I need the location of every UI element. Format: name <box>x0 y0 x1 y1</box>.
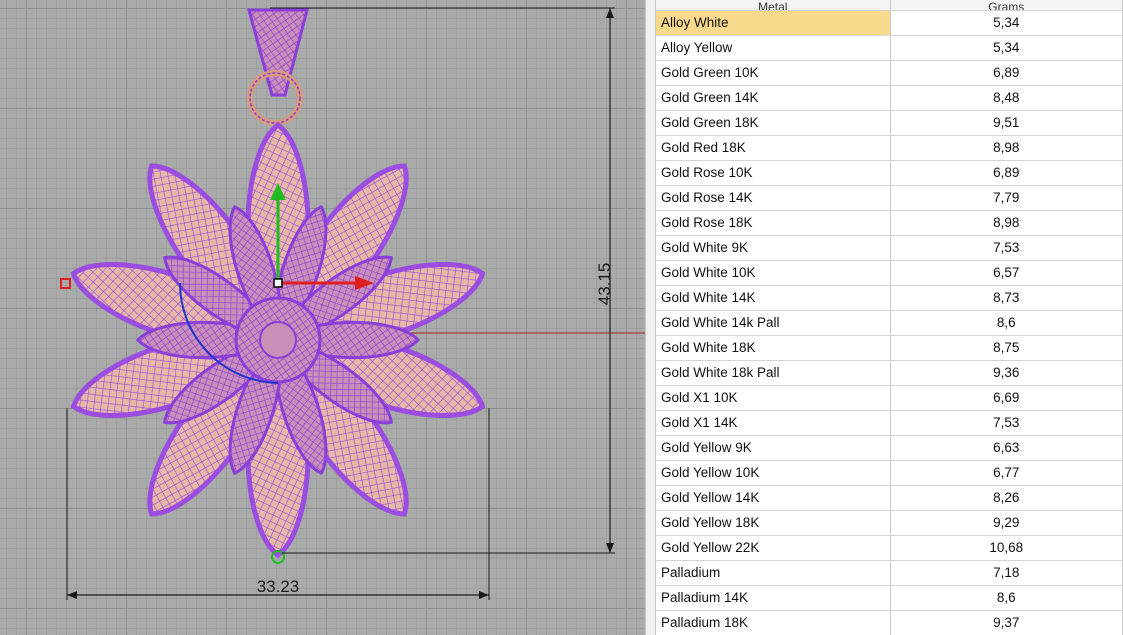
metal-name-cell[interactable]: Gold Rose 14K <box>656 185 891 211</box>
table-row[interactable]: Gold X1 14K 7,53 <box>656 410 1123 436</box>
grams-cell[interactable]: 6,77 <box>890 460 1123 486</box>
table-row[interactable]: Gold Green 18K 9,51 <box>656 110 1123 136</box>
metal-name-cell[interactable]: Alloy Yellow <box>656 35 891 61</box>
table-row[interactable]: Palladium 7,18 <box>656 560 1123 586</box>
table-row[interactable]: Gold Green 10K 6,89 <box>656 60 1123 86</box>
table-row[interactable]: Palladium 14K 8,6 <box>656 585 1123 611</box>
column-header-grams[interactable]: Grams <box>890 0 1123 11</box>
metal-name-cell[interactable]: Gold Green 10K <box>656 60 891 86</box>
width-dimension-label: 33.23 <box>257 577 300 596</box>
grams-cell[interactable]: 6,89 <box>890 160 1123 186</box>
grams-cell[interactable]: 8,98 <box>890 210 1123 236</box>
grams-cell[interactable]: 6,89 <box>890 60 1123 86</box>
table-row[interactable]: Gold Yellow 10K 6,77 <box>656 460 1123 486</box>
grams-cell[interactable]: 5,34 <box>890 35 1123 61</box>
grams-cell[interactable]: 8,98 <box>890 135 1123 161</box>
grams-cell[interactable]: 9,37 <box>890 610 1123 635</box>
panel-splitter[interactable] <box>645 0 656 635</box>
metal-name-cell[interactable]: Gold Green 18K <box>656 110 891 136</box>
table-row[interactable]: Gold White 9K 7,53 <box>656 235 1123 261</box>
metal-name-cell[interactable]: Gold Yellow 14K <box>656 485 891 511</box>
metal-name-cell[interactable]: Gold White 9K <box>656 235 891 261</box>
grams-cell[interactable]: 8,48 <box>890 85 1123 111</box>
grams-cell[interactable]: 9,51 <box>890 110 1123 136</box>
metal-name-cell[interactable]: Palladium 18K <box>656 610 891 635</box>
grams-cell[interactable]: 8,26 <box>890 485 1123 511</box>
table-row[interactable]: Gold Green 14K 8,48 <box>656 85 1123 111</box>
metal-name-cell[interactable]: Palladium <box>656 560 891 586</box>
table-row[interactable]: Gold Yellow 18K 9,29 <box>656 510 1123 536</box>
metal-name-cell[interactable]: Gold Red 18K <box>656 135 891 161</box>
metal-name-cell[interactable]: Gold White 14K <box>656 285 891 311</box>
table-row[interactable]: Gold Red 18K 8,98 <box>656 135 1123 161</box>
grams-cell[interactable]: 8,6 <box>890 585 1123 611</box>
viewport-canvas[interactable]: 43.15 33.23 <box>0 0 645 635</box>
table-row[interactable]: Alloy White 5,34 <box>656 10 1123 36</box>
3d-viewport[interactable]: 43.15 33.23 <box>0 0 645 635</box>
grams-cell[interactable]: 7,53 <box>890 410 1123 436</box>
metal-name-cell[interactable]: Alloy White <box>656 10 891 36</box>
grams-cell[interactable]: 5,34 <box>890 10 1123 36</box>
grams-cell[interactable]: 6,69 <box>890 385 1123 411</box>
metal-name-cell[interactable]: Gold White 10K <box>656 260 891 286</box>
grams-cell[interactable]: 6,57 <box>890 260 1123 286</box>
table-row[interactable]: Gold Yellow 22K 10,68 <box>656 535 1123 561</box>
grams-cell[interactable]: 7,53 <box>890 235 1123 261</box>
grams-cell[interactable]: 10,68 <box>890 535 1123 561</box>
metal-weight-table-panel: Metal Grams Alloy White 5,34 Alloy Yellow 5… <box>656 0 1123 635</box>
metal-name-cell[interactable]: Gold X1 14K <box>656 410 891 436</box>
height-dimension-label: 43.15 <box>595 263 614 306</box>
grams-cell[interactable]: 6,63 <box>890 435 1123 461</box>
metal-name-cell[interactable]: Gold Green 14K <box>656 85 891 111</box>
column-header-metal[interactable]: Metal <box>656 0 891 11</box>
metal-weight-table: Metal Grams Alloy White 5,34 Alloy Yellow 5… <box>656 0 1123 635</box>
grams-cell[interactable]: 7,79 <box>890 185 1123 211</box>
table-row[interactable]: Gold White 18k Pall 9,36 <box>656 360 1123 386</box>
grams-cell[interactable]: 9,29 <box>890 510 1123 536</box>
table-row[interactable]: Gold White 18K 8,75 <box>656 335 1123 361</box>
table-row[interactable]: Gold X1 10K 6,69 <box>656 385 1123 411</box>
grams-cell[interactable]: 8,73 <box>890 285 1123 311</box>
metal-name-cell[interactable]: Gold Rose 10K <box>656 160 891 186</box>
table-row[interactable]: Palladium 18K 9,37 <box>656 610 1123 635</box>
table-header-row: Metal Grams <box>656 0 1123 11</box>
grams-cell[interactable]: 8,75 <box>890 335 1123 361</box>
table-body: Alloy White 5,34 Alloy Yellow 5,34 Gold Gree… <box>656 10 1123 635</box>
metal-name-cell[interactable]: Gold White 18K <box>656 335 891 361</box>
metal-name-cell[interactable]: Gold Yellow 9K <box>656 435 891 461</box>
metal-name-cell[interactable]: Gold Yellow 10K <box>656 460 891 486</box>
metal-name-cell[interactable]: Gold X1 10K <box>656 385 891 411</box>
table-row[interactable]: Gold Rose 10K 6,89 <box>656 160 1123 186</box>
grams-cell[interactable]: 7,18 <box>890 560 1123 586</box>
table-row[interactable]: Alloy Yellow 5,34 <box>656 35 1123 61</box>
metal-name-cell[interactable]: Gold White 14k Pall <box>656 310 891 336</box>
metal-name-cell[interactable]: Palladium 14K <box>656 585 891 611</box>
table-row[interactable]: Gold Yellow 9K 6,63 <box>656 435 1123 461</box>
grams-cell[interactable]: 8,6 <box>890 310 1123 336</box>
grams-cell[interactable]: 9,36 <box>890 360 1123 386</box>
metal-name-cell[interactable]: Gold Rose 18K <box>656 210 891 236</box>
metal-name-cell[interactable]: Gold Yellow 18K <box>656 510 891 536</box>
gizmo-handle-left[interactable] <box>60 278 71 289</box>
table-row[interactable]: Gold Yellow 14K 8,26 <box>656 485 1123 511</box>
table-row[interactable]: Gold Rose 14K 7,79 <box>656 185 1123 211</box>
metal-name-cell[interactable]: Gold White 18k Pall <box>656 360 891 386</box>
table-row[interactable]: Gold White 10K 6,57 <box>656 260 1123 286</box>
table-row[interactable]: Gold White 14k Pall 8,6 <box>656 310 1123 336</box>
metal-name-cell[interactable]: Gold Yellow 22K <box>656 535 891 561</box>
table-row[interactable]: Gold Rose 18K 8,98 <box>656 210 1123 236</box>
table-row[interactable]: Gold White 14K 8,73 <box>656 285 1123 311</box>
